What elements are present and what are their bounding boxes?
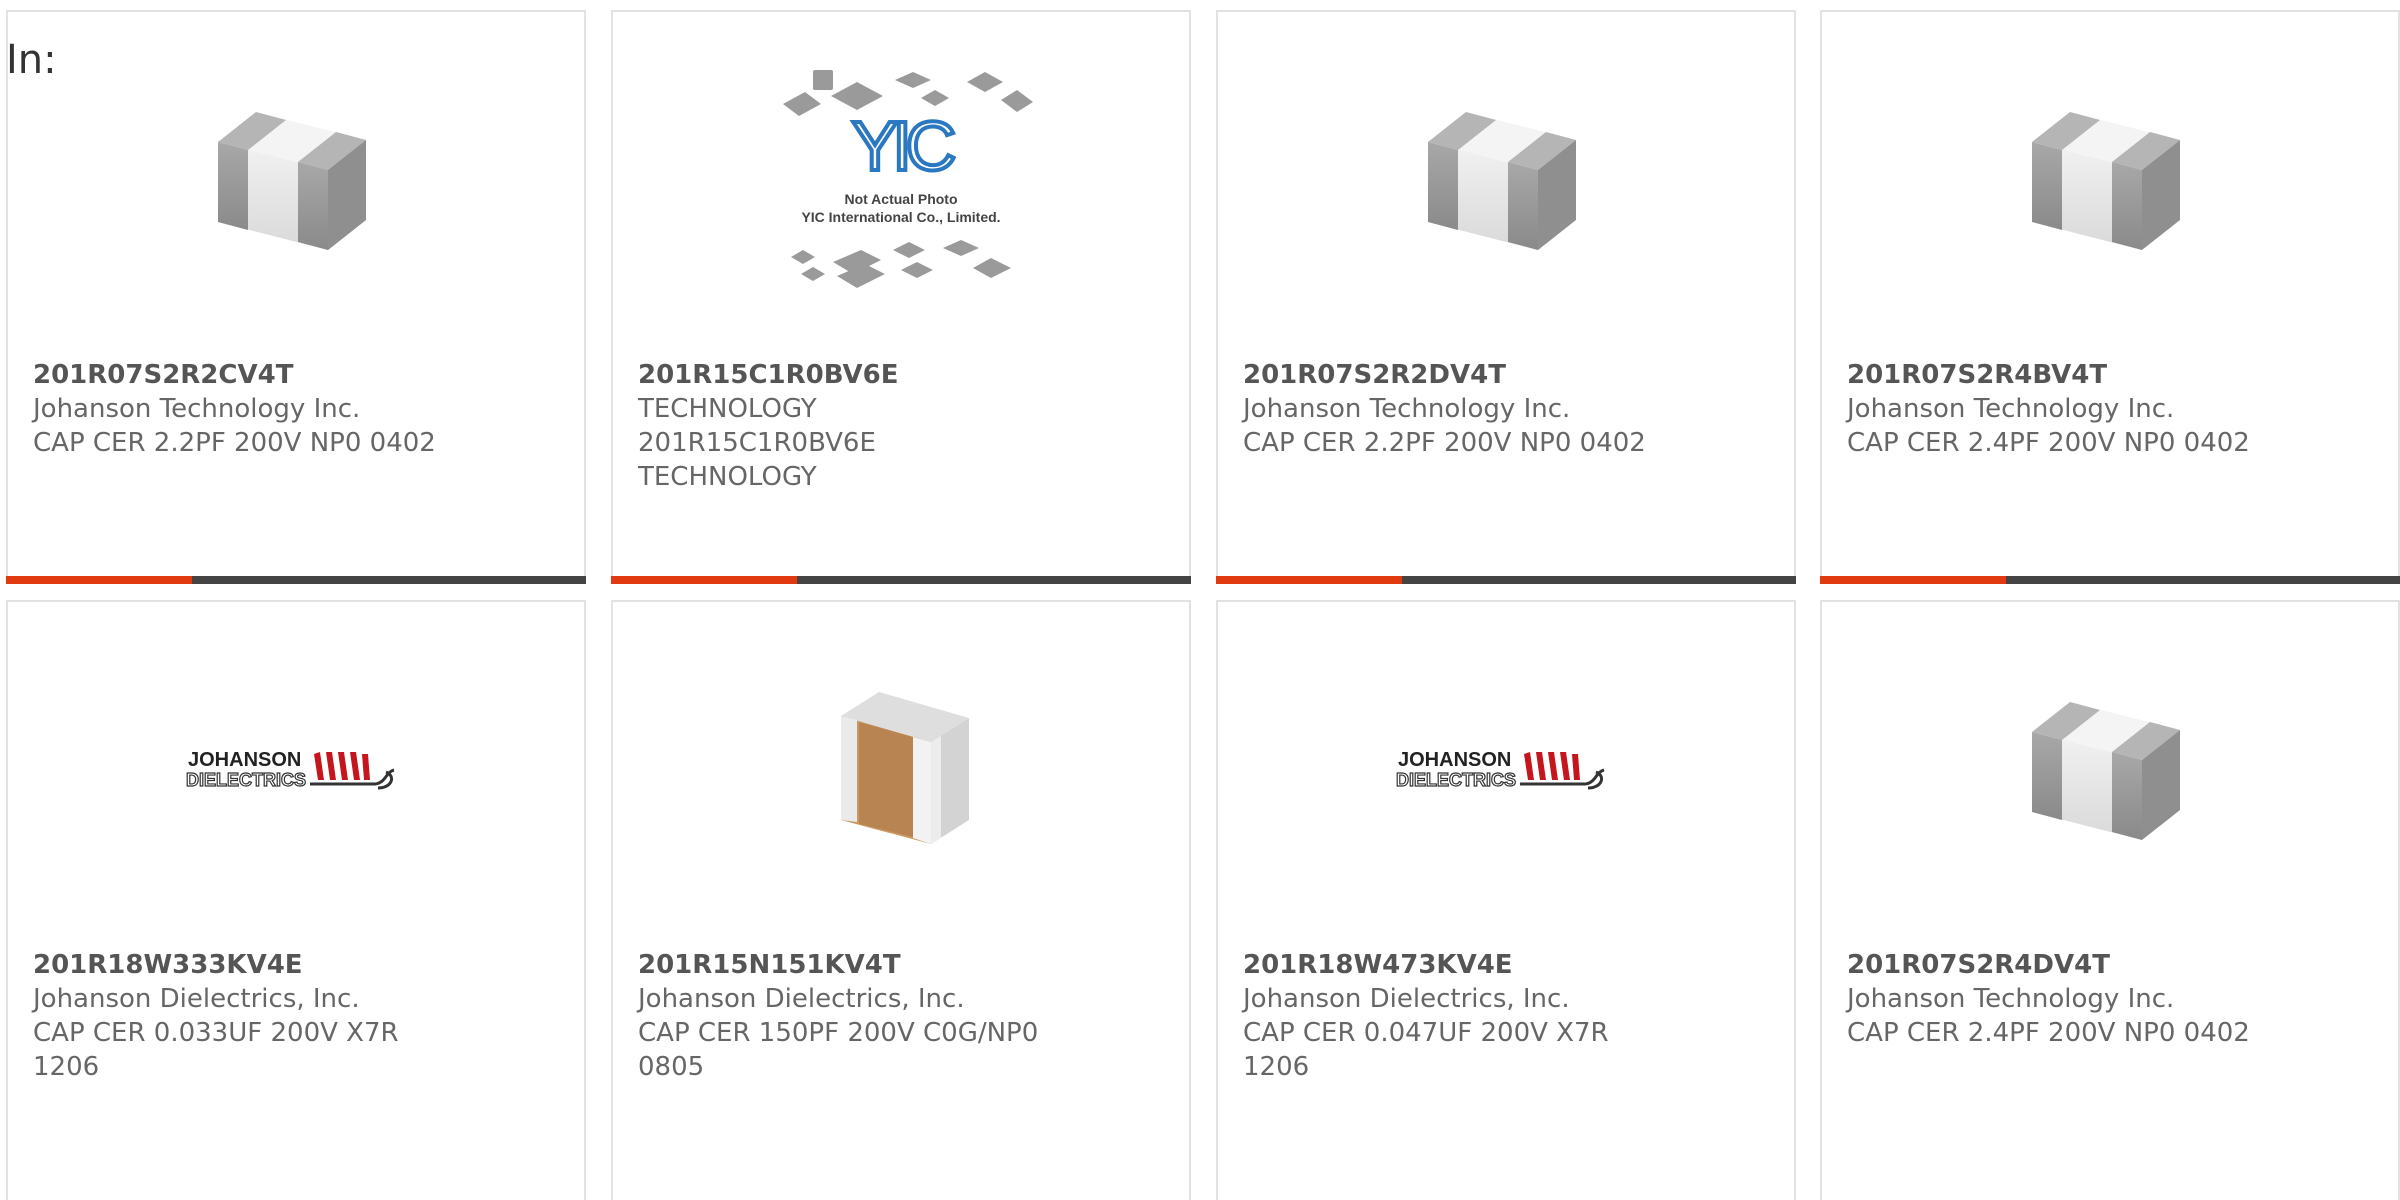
yic-caption-1: Not Actual Photo xyxy=(844,191,957,207)
product-card[interactable]: YIC Not Actual Photo YIC International C… xyxy=(611,10,1191,584)
product-description: CAP CER 2.4PF 200V NP0 0402 xyxy=(1847,1018,2250,1048)
product-image[interactable]: YIC Not Actual Photo YIC International C… xyxy=(613,70,1189,292)
product-description: CAP CER 0.047UF 200V X7R 1206 xyxy=(1243,1018,1609,1082)
johanson-dielectrics-logo-icon: JOHANSON DIELECTRICS xyxy=(186,749,395,791)
product-image[interactable] xyxy=(1822,72,2398,292)
progress-bar-fill xyxy=(6,576,192,584)
progress-bar-fill xyxy=(1820,576,2006,584)
product-description: CAP CER 2.2PF 200V NP0 0402 xyxy=(33,428,436,458)
manufacturer-name: Johanson Dielectrics, Inc. xyxy=(33,984,360,1014)
product-card[interactable]: 201R15N151KV4T Johanson Dielectrics, Inc… xyxy=(611,600,1191,1200)
chip-capacitor-0805-icon xyxy=(841,692,969,844)
progress-bar xyxy=(6,576,586,584)
progress-bar xyxy=(1216,576,1796,584)
logo-line-1: JOHANSON xyxy=(1398,749,1511,771)
manufacturer-name: Johanson Technology Inc. xyxy=(1847,984,2175,1014)
part-number-link[interactable]: 201R18W473KV4E xyxy=(1243,948,1774,982)
progress-bar xyxy=(611,576,1191,584)
product-card[interactable]: 201R07S2R4DV4T Johanson Technology Inc. … xyxy=(1820,600,2400,1200)
manufacturer-name: TECHNOLOGY xyxy=(638,394,817,424)
part-number-link[interactable]: 201R07S2R2CV4T xyxy=(33,358,564,392)
progress-bar-fill xyxy=(611,576,797,584)
chip-capacitor-icon xyxy=(1428,112,1576,250)
chip-capacitor-icon xyxy=(218,112,366,250)
yic-brand-text: YIC xyxy=(852,107,954,185)
product-card[interactable]: JOHANSON DIELECTRICS 201R18W333KV4E Joha… xyxy=(6,600,586,1200)
manufacturer-name: Johanson Technology Inc. xyxy=(1847,394,2175,424)
product-card[interactable]: 201R07S2R4BV4T Johanson Technology Inc. … xyxy=(1820,10,2400,584)
product-image[interactable] xyxy=(8,72,584,292)
yic-not-actual-photo-icon: YIC Not Actual Photo YIC International C… xyxy=(783,70,1033,288)
part-number-link[interactable]: 201R07S2R4BV4T xyxy=(1847,358,2378,392)
manufacturer-name: Johanson Technology Inc. xyxy=(1243,394,1571,424)
product-card[interactable]: JOHANSON DIELECTRICS 201R18W473KV4E Joha… xyxy=(1216,600,1796,1200)
product-image[interactable] xyxy=(1218,72,1794,292)
product-image[interactable]: JOHANSON DIELECTRICS xyxy=(1218,662,1794,882)
progress-bar-fill xyxy=(1216,576,1402,584)
logo-line-2: DIELECTRICS xyxy=(186,770,306,790)
chip-capacitor-icon xyxy=(2032,702,2180,840)
manufacturer-name: Johanson Technology Inc. xyxy=(33,394,361,424)
manufacturer-name: Johanson Dielectrics, Inc. xyxy=(638,984,965,1014)
part-number-link[interactable]: 201R07S2R4DV4T xyxy=(1847,948,2378,982)
johanson-dielectrics-logo-icon: JOHANSON DIELECTRICS xyxy=(1396,749,1605,791)
logo-line-1: JOHANSON xyxy=(188,749,301,771)
logo-line-2: DIELECTRICS xyxy=(1396,770,1516,790)
yic-caption-2: YIC International Co., Limited. xyxy=(801,209,1000,225)
product-description: 201R15C1R0BV6E TECHNOLOGY xyxy=(638,428,876,492)
product-image[interactable]: JOHANSON DIELECTRICS xyxy=(8,662,584,882)
manufacturer-name: Johanson Dielectrics, Inc. xyxy=(1243,984,1570,1014)
part-number-link[interactable]: 201R15N151KV4T xyxy=(638,948,1169,982)
product-image[interactable] xyxy=(613,662,1189,882)
product-card[interactable]: 201R07S2R2CV4T Johanson Technology Inc. … xyxy=(6,10,586,584)
product-description: CAP CER 2.2PF 200V NP0 0402 xyxy=(1243,428,1646,458)
product-description: CAP CER 2.4PF 200V NP0 0402 xyxy=(1847,428,2250,458)
product-description: CAP CER 0.033UF 200V X7R 1206 xyxy=(33,1018,399,1082)
part-number-link[interactable]: 201R15C1R0BV6E xyxy=(638,358,1169,392)
chip-capacitor-icon xyxy=(2032,112,2180,250)
part-number-link[interactable]: 201R18W333KV4E xyxy=(33,948,564,982)
progress-bar xyxy=(1820,576,2400,584)
product-card[interactable]: 201R07S2R2DV4T Johanson Technology Inc. … xyxy=(1216,10,1796,584)
product-description: CAP CER 150PF 200V C0G/NP0 0805 xyxy=(638,1018,1039,1082)
product-image[interactable] xyxy=(1822,662,2398,882)
part-number-link[interactable]: 201R07S2R2DV4T xyxy=(1243,358,1774,392)
filter-label: In: xyxy=(6,37,57,83)
